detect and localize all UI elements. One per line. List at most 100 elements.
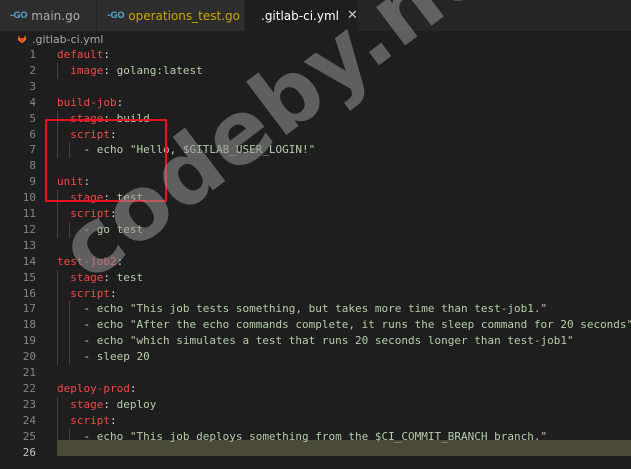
code-token: image [70, 63, 104, 77]
line-number: 23 [22, 397, 36, 411]
tab-label: main.go [31, 8, 81, 23]
go-file-icon: -GO [107, 10, 125, 21]
line-number: 22 [22, 381, 36, 395]
code-text: - sleep 20 [57, 349, 150, 365]
code-token: script [70, 207, 110, 220]
code-line[interactable]: 22 deploy-prod: [0, 381, 631, 397]
line-number: 26 [22, 445, 36, 459]
code-token: - [83, 318, 97, 332]
code-line[interactable]: 13 [0, 238, 631, 254]
code-line[interactable]: 20 - sleep 20 [0, 349, 631, 365]
line-number: 4 [29, 95, 36, 109]
code-token: : [103, 48, 110, 61]
tab-label: operations_test.go [128, 8, 240, 23]
line-number: 16 [22, 286, 36, 300]
code-line[interactable]: 4 build-job: [0, 95, 631, 111]
code-editor[interactable]: 1 default: 2 image: golang:latest 3 4 build-j… [0, 47, 631, 469]
code-line[interactable]: 24 script: [0, 413, 631, 429]
code-text: test-job2: [57, 254, 123, 270]
code-token: - [83, 222, 97, 236]
code-token: sleep 20 [96, 350, 150, 364]
line-number: 7 [29, 143, 36, 157]
code-line[interactable]: 15 stage: test [0, 270, 631, 286]
code-line[interactable]: 16 script: [0, 286, 631, 302]
indent-guide [57, 269, 58, 365]
code-token: echo "After the echo commands complete, … [96, 318, 631, 332]
code-token: stage [70, 397, 104, 411]
line-number: 9 [29, 175, 36, 189]
code-text: script: [57, 206, 116, 222]
code-line[interactable]: 17 - echo "This job tests something, but… [0, 301, 631, 317]
indent-guide [69, 428, 70, 445]
code-line[interactable]: 3 [0, 79, 631, 95]
tab-main-go[interactable]: -GO main.go [0, 0, 97, 31]
close-icon[interactable]: ✕ [347, 8, 358, 23]
code-line[interactable]: 23 stage: deploy [0, 397, 631, 413]
line-number: 20 [22, 350, 36, 364]
line-number: 25 [22, 429, 36, 443]
code-token: test-job2 [57, 254, 117, 268]
code-text: script: [57, 286, 117, 302]
go-file-icon: -GO [10, 10, 28, 21]
code-token: echo "This job tests something, but take… [96, 302, 548, 316]
line-number: 12 [22, 222, 36, 236]
line-number: 15 [22, 270, 36, 284]
line-number: 1 [29, 48, 36, 61]
code-text: stage: test [57, 270, 143, 286]
code-token: test [116, 270, 144, 284]
line-number: 2 [29, 63, 36, 77]
code-text: - echo "This job deploys something from … [57, 429, 548, 445]
code-token: - [83, 302, 97, 316]
code-line[interactable]: 18 - echo "After the echo commands compl… [0, 317, 631, 333]
line-number: 19 [22, 334, 36, 348]
indent-guide [57, 396, 58, 445]
line-number: 21 [22, 366, 36, 379]
code-line[interactable]: 25 - echo "This job deploys something fr… [0, 429, 631, 445]
code-line[interactable]: 19 - echo "which simulates a test that r… [0, 333, 631, 349]
code-token: : [116, 254, 124, 268]
line-number: 3 [29, 79, 36, 93]
code-token: echo "This job deploys something from th… [96, 429, 548, 443]
indent-guide [57, 62, 58, 79]
code-text: - echo "This job tests something, but ta… [57, 301, 548, 317]
code-token: : [129, 381, 137, 395]
code-text: default: [57, 47, 110, 63]
line-number: 8 [29, 159, 36, 173]
code-token: golang:latest [116, 63, 203, 77]
code-line[interactable]: 11 script: [0, 206, 631, 222]
code-text: stage: deploy [57, 397, 156, 413]
code-line[interactable]: 12 - go test [0, 222, 631, 238]
code-token: : [110, 413, 117, 427]
code-token: default [57, 48, 104, 61]
code-token: : [103, 270, 117, 284]
code-line[interactable]: 21 [0, 365, 631, 381]
line-number: 6 [29, 127, 36, 141]
breadcrumb-file[interactable]: .gitlab-ci.yml [32, 33, 103, 46]
line-number: 24 [22, 413, 36, 427]
code-line[interactable]: 1 default: [0, 47, 631, 63]
breadcrumb: .gitlab-ci.yml [0, 31, 631, 47]
tab-operations-test-go[interactable]: -GO operations_test.go 1 [97, 0, 253, 31]
code-token: echo "which simulates a test that runs 2… [96, 334, 574, 348]
code-text: build-job: [57, 95, 123, 111]
code-token: deploy [116, 397, 157, 411]
code-token: : [110, 286, 117, 300]
code-token: : [116, 95, 124, 109]
unit-job-highlight-box [45, 119, 167, 202]
tab-gitlab-ci-yml[interactable]: .gitlab-ci.yml ✕ [245, 0, 358, 31]
code-text: script: [57, 413, 117, 429]
line-number: 17 [22, 302, 36, 316]
code-text: deploy-prod: [57, 381, 136, 397]
code-line[interactable]: 26 [0, 445, 631, 461]
line-number: 14 [22, 254, 36, 268]
code-line[interactable]: 2 image: golang:latest [0, 63, 631, 79]
code-line[interactable]: 14 test-job2: [0, 254, 631, 270]
line-number: 13 [22, 238, 36, 252]
